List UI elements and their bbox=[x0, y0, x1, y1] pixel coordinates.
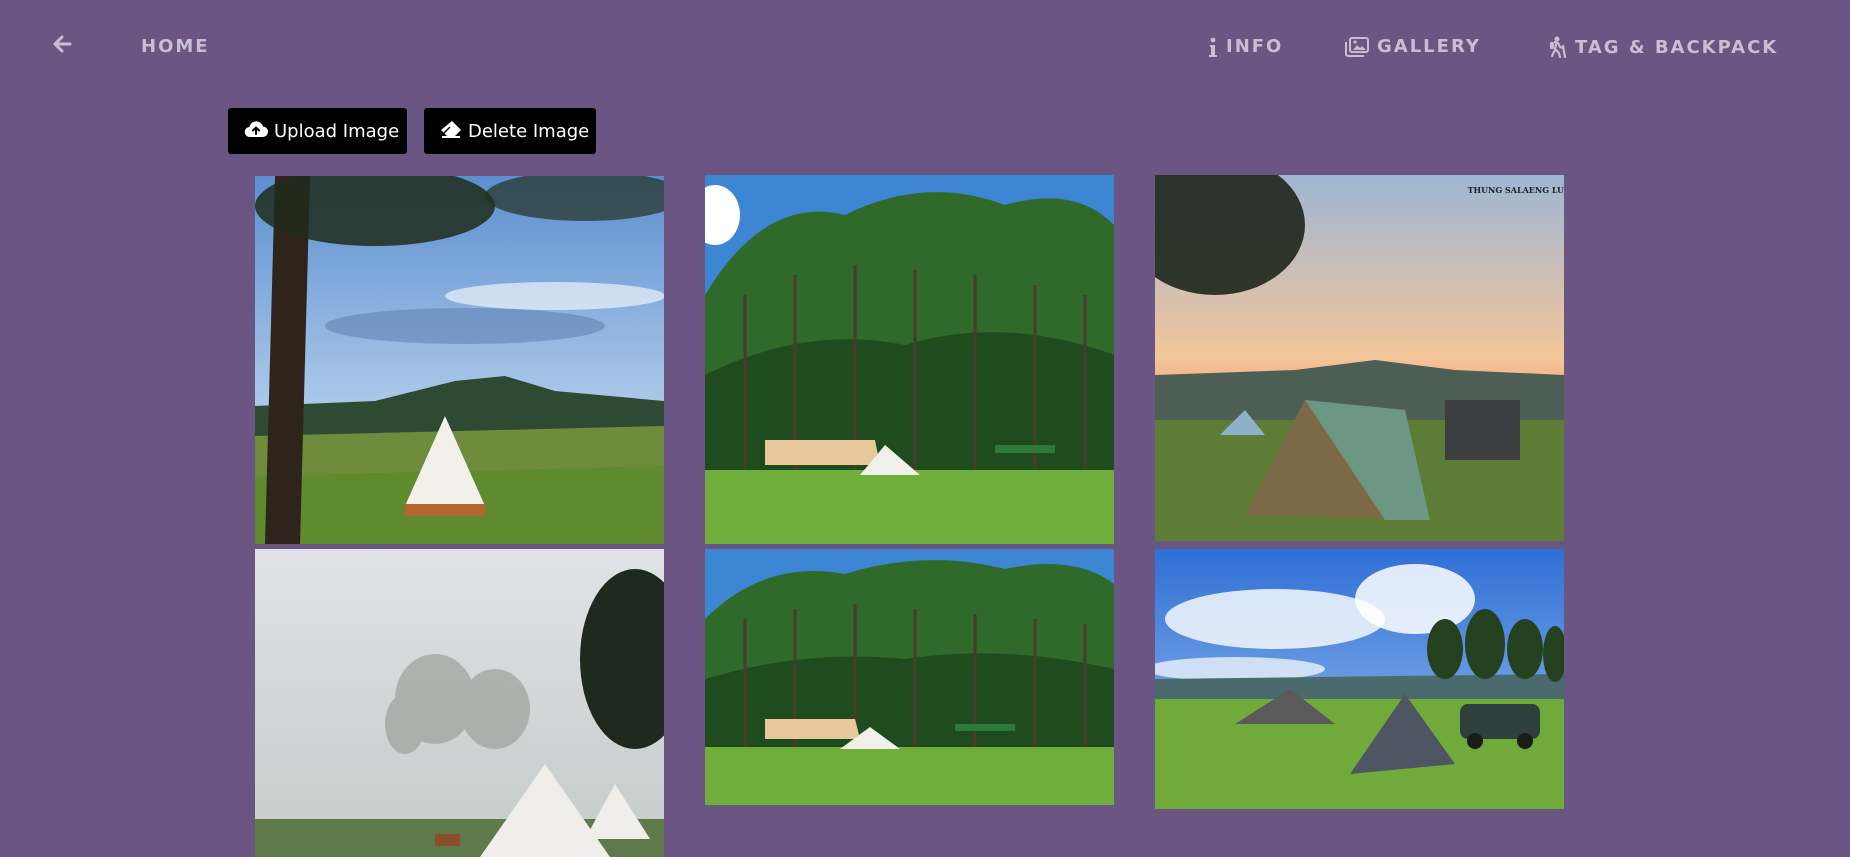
tag-backpack-link[interactable]: TAG & BACKPACK bbox=[1545, 36, 1778, 58]
images-icon bbox=[1345, 36, 1369, 57]
gallery-photo[interactable] bbox=[1155, 549, 1564, 809]
hiker-icon bbox=[1545, 36, 1567, 58]
home-label: HOME bbox=[141, 36, 210, 57]
upload-image-label: Upload Image bbox=[274, 120, 400, 142]
gallery-photo[interactable]: THUNG SALAENG LU bbox=[1155, 175, 1564, 541]
info-link[interactable]: INFO bbox=[1208, 36, 1283, 57]
delete-image-button[interactable]: Delete Image bbox=[424, 108, 596, 154]
gallery-photo[interactable] bbox=[255, 549, 664, 857]
home-link[interactable]: HOME bbox=[141, 36, 210, 57]
upload-image-button[interactable]: Upload Image bbox=[228, 108, 407, 154]
gallery-photo[interactable] bbox=[705, 175, 1114, 544]
gallery-photo[interactable] bbox=[255, 176, 664, 544]
back-button[interactable] bbox=[52, 34, 72, 54]
eraser-icon bbox=[440, 120, 462, 143]
photo-watermark: THUNG SALAENG LU bbox=[1467, 185, 1564, 195]
info-icon bbox=[1208, 37, 1218, 57]
tag-backpack-label: TAG & BACKPACK bbox=[1575, 36, 1779, 58]
gallery-label: GALLERY bbox=[1377, 36, 1481, 57]
gallery-link[interactable]: GALLERY bbox=[1345, 36, 1481, 57]
gallery-photo[interactable] bbox=[705, 549, 1114, 805]
cloud-upload-icon bbox=[244, 120, 269, 143]
info-label: INFO bbox=[1226, 36, 1284, 57]
delete-image-label: Delete Image bbox=[468, 120, 590, 142]
arrow-left-icon bbox=[52, 34, 72, 54]
